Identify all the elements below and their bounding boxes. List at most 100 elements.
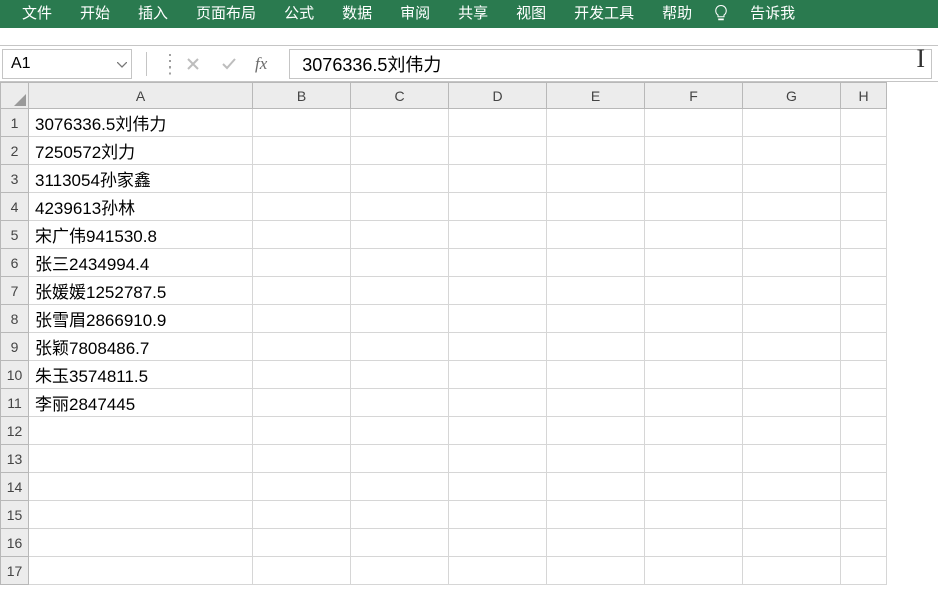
row-header-17[interactable]: 17 [1,557,29,585]
row-header-11[interactable]: 11 [1,389,29,417]
cell-A15[interactable] [29,501,253,529]
row-header-1[interactable]: 1 [1,109,29,137]
row-header-13[interactable]: 13 [1,445,29,473]
cell-B10[interactable] [253,361,351,389]
cell-E3[interactable] [547,165,645,193]
cell-F6[interactable] [645,249,743,277]
cell-D9[interactable] [449,333,547,361]
cell-F15[interactable] [645,501,743,529]
cell-H1[interactable] [841,109,887,137]
cell-D12[interactable] [449,417,547,445]
row-header-7[interactable]: 7 [1,277,29,305]
cell-A12[interactable] [29,417,253,445]
cell-E17[interactable] [547,557,645,585]
cell-D7[interactable] [449,277,547,305]
cell-B15[interactable] [253,501,351,529]
cell-G6[interactable] [743,249,841,277]
col-header-D[interactable]: D [449,83,547,109]
ribbon-tab-2[interactable]: 插入 [124,0,182,28]
cell-D1[interactable] [449,109,547,137]
cell-D14[interactable] [449,473,547,501]
cell-D6[interactable] [449,249,547,277]
col-header-B[interactable]: B [253,83,351,109]
ribbon-tab-5[interactable]: 数据 [328,0,386,28]
cell-A4[interactable]: 4239613孙林 [29,193,253,221]
ribbon-tab-0[interactable]: 文件 [8,0,66,28]
cell-A2[interactable]: 7250572刘力 [29,137,253,165]
cell-H6[interactable] [841,249,887,277]
cell-C7[interactable] [351,277,449,305]
cell-E14[interactable] [547,473,645,501]
row-header-4[interactable]: 4 [1,193,29,221]
cell-C2[interactable] [351,137,449,165]
cell-G11[interactable] [743,389,841,417]
cell-F1[interactable] [645,109,743,137]
cell-B12[interactable] [253,417,351,445]
ribbon-tab-4[interactable]: 公式 [270,0,328,28]
cell-B4[interactable] [253,193,351,221]
ribbon-tab-1[interactable]: 开始 [66,0,124,28]
cell-H4[interactable] [841,193,887,221]
drag-handle-icon[interactable]: ⋮⋮ [161,58,177,70]
cell-E8[interactable] [547,305,645,333]
cell-G2[interactable] [743,137,841,165]
ribbon-tab-10[interactable]: 帮助 [648,0,706,28]
spreadsheet-grid[interactable]: ABCDEFGH13076336.5刘伟力27250572刘力33113054孙… [0,82,938,585]
cell-E10[interactable] [547,361,645,389]
cell-F17[interactable] [645,557,743,585]
cell-F13[interactable] [645,445,743,473]
cell-C5[interactable] [351,221,449,249]
cell-G8[interactable] [743,305,841,333]
cell-E16[interactable] [547,529,645,557]
cell-E9[interactable] [547,333,645,361]
cell-B9[interactable] [253,333,351,361]
col-header-G[interactable]: G [743,83,841,109]
cell-G13[interactable] [743,445,841,473]
ribbon-tab-7[interactable]: 共享 [444,0,502,28]
cell-F3[interactable] [645,165,743,193]
cell-B17[interactable] [253,557,351,585]
cell-E11[interactable] [547,389,645,417]
cell-A8[interactable]: 张雪眉2866910.9 [29,305,253,333]
cell-E13[interactable] [547,445,645,473]
cell-A9[interactable]: 张颖7808486.7 [29,333,253,361]
row-header-10[interactable]: 10 [1,361,29,389]
cell-C6[interactable] [351,249,449,277]
cell-C1[interactable] [351,109,449,137]
cell-F2[interactable] [645,137,743,165]
cell-G14[interactable] [743,473,841,501]
cell-A11[interactable]: 李丽2847445 [29,389,253,417]
row-header-6[interactable]: 6 [1,249,29,277]
formula-input[interactable] [302,53,919,74]
row-header-9[interactable]: 9 [1,333,29,361]
cell-H12[interactable] [841,417,887,445]
cell-B7[interactable] [253,277,351,305]
cell-G3[interactable] [743,165,841,193]
cell-H16[interactable] [841,529,887,557]
chevron-down-icon[interactable] [117,55,127,73]
cell-F14[interactable] [645,473,743,501]
cell-E7[interactable] [547,277,645,305]
cell-A10[interactable]: 朱玉3574811.5 [29,361,253,389]
cell-H15[interactable] [841,501,887,529]
cell-H3[interactable] [841,165,887,193]
cell-B14[interactable] [253,473,351,501]
cell-C8[interactable] [351,305,449,333]
cell-H2[interactable] [841,137,887,165]
cancel-icon[interactable] [183,54,203,74]
cell-G10[interactable] [743,361,841,389]
cell-H8[interactable] [841,305,887,333]
cell-F4[interactable] [645,193,743,221]
cell-C4[interactable] [351,193,449,221]
cell-C3[interactable] [351,165,449,193]
cell-A7[interactable]: 张媛媛1252787.5 [29,277,253,305]
cell-D15[interactable] [449,501,547,529]
cell-H9[interactable] [841,333,887,361]
cell-D13[interactable] [449,445,547,473]
cell-B13[interactable] [253,445,351,473]
cell-E2[interactable] [547,137,645,165]
cell-G16[interactable] [743,529,841,557]
cell-D8[interactable] [449,305,547,333]
cell-H10[interactable] [841,361,887,389]
cell-C11[interactable] [351,389,449,417]
